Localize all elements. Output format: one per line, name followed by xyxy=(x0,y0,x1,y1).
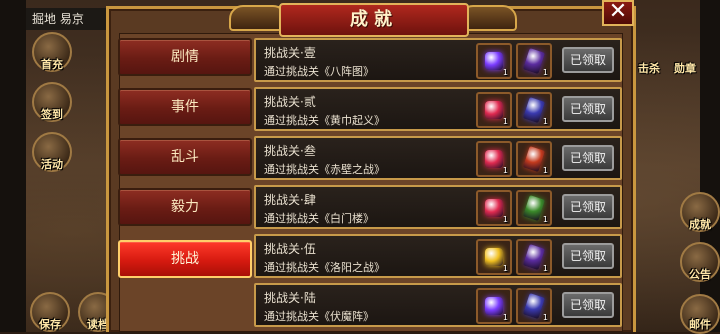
gem-icon xyxy=(485,101,503,119)
achievement-desc: 通过挑战关《八阵图》 xyxy=(264,65,374,78)
reward-slot-2[interactable]: 1 xyxy=(516,43,552,79)
reward-slot-2[interactable]: 1 xyxy=(516,141,552,177)
location-bar: 掘地 易京 xyxy=(26,8,110,30)
achievement-row: 挑战关·陆 通过挑战关《伏魔阵》 1 1 已领取 xyxy=(254,283,622,327)
achievement-desc: 通过挑战关《白门楼》 xyxy=(264,212,374,225)
mail-label: 邮件 xyxy=(689,318,711,331)
achievement-row: 挑战关·贰 通过挑战关《黄巾起义》 1 1 已领取 xyxy=(254,87,622,131)
achievement-desc: 通过挑战关《洛阳之战》 xyxy=(264,261,385,274)
achievement-desc: 通过挑战关《赤壁之战》 xyxy=(264,163,385,176)
reward-qty: 1 xyxy=(542,68,548,77)
reward-slot-2[interactable]: 1 xyxy=(516,92,552,128)
reward-slot-1[interactable]: 1 xyxy=(476,288,512,324)
reward-qty: 1 xyxy=(542,215,548,224)
reward-slot-1[interactable]: 1 xyxy=(476,43,512,79)
book-icon xyxy=(522,146,546,172)
claimed-button[interactable]: 已领取 xyxy=(562,194,614,220)
reward-qty: 1 xyxy=(502,68,508,77)
claimed-button[interactable]: 已领取 xyxy=(562,47,614,73)
announcement-label: 公告 xyxy=(689,268,711,281)
tab-story[interactable]: 剧情 xyxy=(118,38,252,76)
book-icon xyxy=(522,195,546,221)
reward-qty: 1 xyxy=(502,215,508,224)
medal-label[interactable]: 勋章 xyxy=(674,60,696,76)
book-icon xyxy=(522,244,546,270)
achievement-label: 成就 xyxy=(689,218,711,231)
tab-event[interactable]: 事件 xyxy=(118,88,252,126)
right-edge-strip xyxy=(700,0,720,332)
reward-slot-1[interactable]: 1 xyxy=(476,92,512,128)
book-icon xyxy=(522,48,546,74)
gem-icon xyxy=(485,199,503,217)
achievement-desc: 通过挑战关《伏魔阵》 xyxy=(264,310,374,323)
claimed-button[interactable]: 已领取 xyxy=(562,292,614,318)
achievement-row: 挑战关·伍 通过挑战关《洛阳之战》 1 1 已领取 xyxy=(254,234,622,278)
gem-icon xyxy=(485,248,503,266)
reward-qty: 1 xyxy=(542,313,548,322)
save-label: 保存 xyxy=(39,318,61,331)
reward-slot-1[interactable]: 1 xyxy=(476,239,512,275)
claimed-button[interactable]: 已领取 xyxy=(562,96,614,122)
gem-icon xyxy=(485,52,503,70)
achievement-row: 挑战关·肆 通过挑战关《白门楼》 1 1 已领取 xyxy=(254,185,622,229)
activity-label: 活动 xyxy=(41,158,63,171)
reward-slot-2[interactable]: 1 xyxy=(516,190,552,226)
tab-challenge[interactable]: 挑战 xyxy=(118,240,252,278)
sign-in-label: 签到 xyxy=(41,108,63,121)
reward-qty: 1 xyxy=(542,264,548,273)
claimed-button[interactable]: 已领取 xyxy=(562,243,614,269)
kill-label[interactable]: 击杀 xyxy=(638,60,660,76)
gem-icon xyxy=(485,297,503,315)
reward-qty: 1 xyxy=(542,166,548,175)
achievement-title: 挑战关·伍 xyxy=(264,242,316,256)
reward-qty: 1 xyxy=(502,264,508,273)
reward-qty: 1 xyxy=(542,117,548,126)
gem-icon xyxy=(485,150,503,168)
claimed-button[interactable]: 已领取 xyxy=(562,145,614,171)
achievement-title: 挑战关·壹 xyxy=(264,46,316,60)
reward-slot-1[interactable]: 1 xyxy=(476,141,512,177)
first-recharge-label: 首充 xyxy=(41,58,63,71)
achievement-title: 挑战关·陆 xyxy=(264,291,316,305)
left-edge-strip xyxy=(0,0,26,332)
reward-slot-1[interactable]: 1 xyxy=(476,190,512,226)
reward-qty: 1 xyxy=(502,117,508,126)
book-icon xyxy=(522,97,546,123)
book-icon xyxy=(522,293,546,319)
achievement-title: 挑战关·叁 xyxy=(264,144,316,158)
reward-qty: 1 xyxy=(502,313,508,322)
achievement-desc: 通过挑战关《黄巾起义》 xyxy=(264,114,385,127)
tab-brawl[interactable]: 乱斗 xyxy=(118,138,252,176)
close-button[interactable]: ✕ xyxy=(602,0,634,26)
reward-slot-2[interactable]: 1 xyxy=(516,239,552,275)
achievement-title: 挑战关·肆 xyxy=(264,193,316,207)
achievement-row: 挑战关·叁 通过挑战关《赤壁之战》 1 1 已领取 xyxy=(254,136,622,180)
reward-slot-2[interactable]: 1 xyxy=(516,288,552,324)
tab-perseverance[interactable]: 毅力 xyxy=(118,188,252,226)
achievement-row: 挑战关·壹 通过挑战关《八阵图》 1 1 已领取 xyxy=(254,38,622,82)
achievement-title: 挑战关·贰 xyxy=(264,95,316,109)
panel-title: 成就 xyxy=(279,3,469,37)
reward-qty: 1 xyxy=(502,166,508,175)
